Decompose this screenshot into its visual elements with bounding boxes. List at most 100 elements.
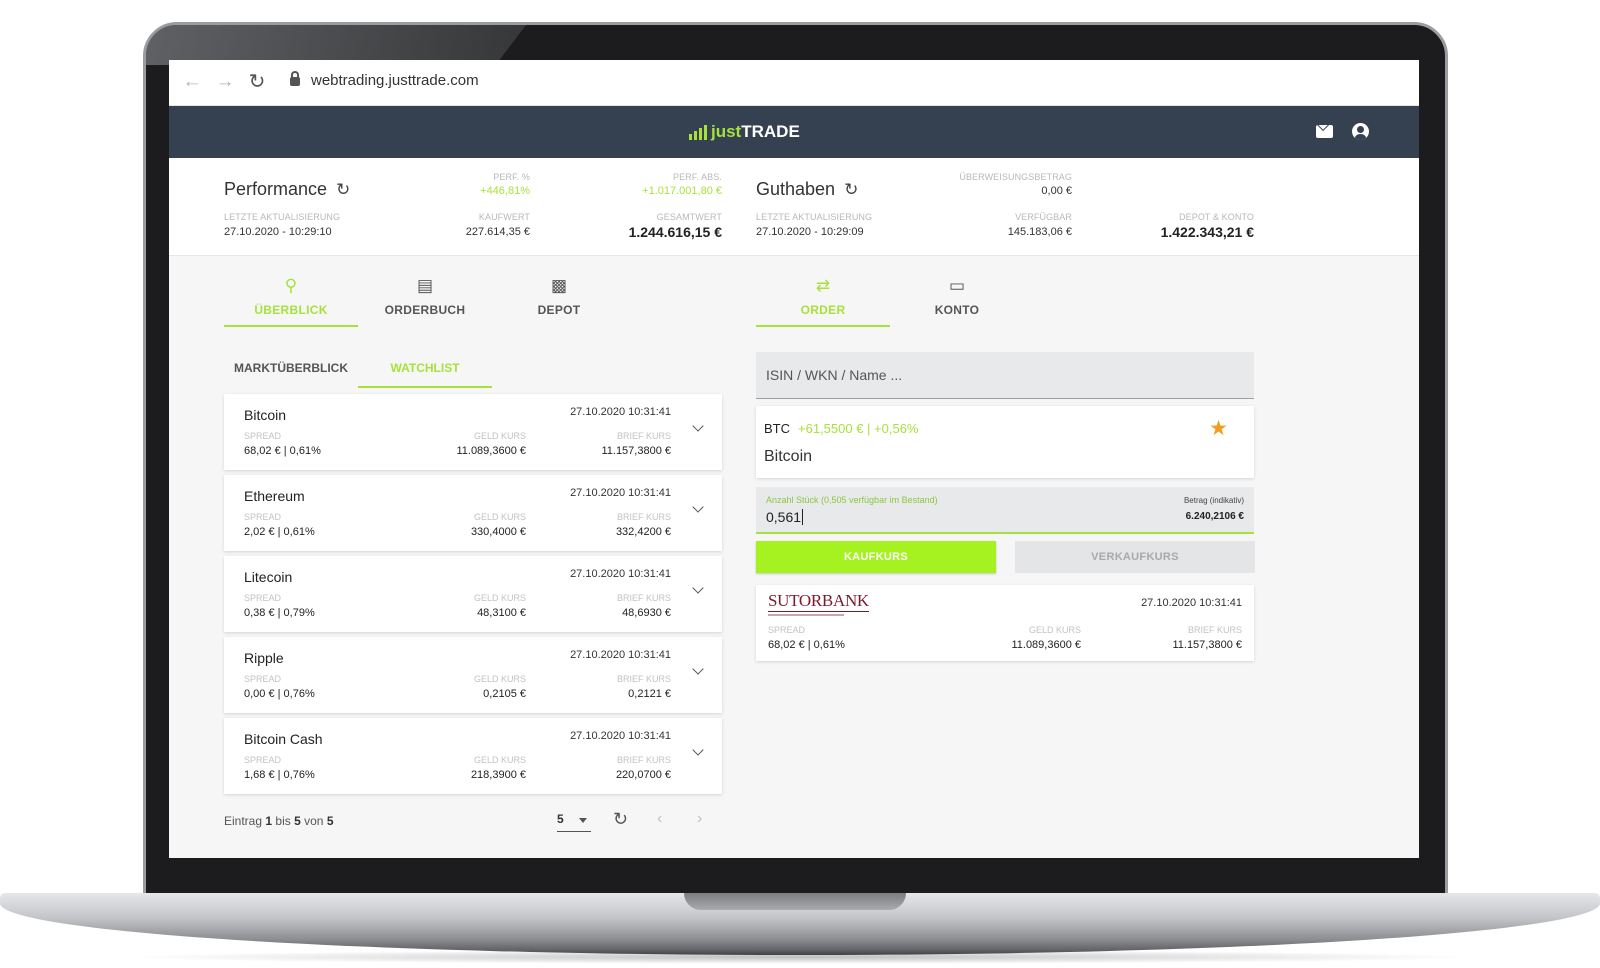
geld-kurs-value: 48,3100 € <box>477 607 526 619</box>
geld-kurs-label: GELD KURS <box>473 674 526 684</box>
brief-kurs-value: 332,4200 € <box>615 526 671 538</box>
brief-kurs-value: 11.157,3800 € <box>1172 639 1242 651</box>
tab-orderbuch[interactable]: ▤ ORDERBUCH <box>358 254 492 327</box>
tab-ueberblick[interactable]: ⚲ ÜBERBLICK <box>224 254 358 327</box>
chevron-down-icon[interactable] <box>692 501 704 513</box>
brief-kurs-value: 11.157,3800 € <box>601 445 671 457</box>
brief-kurs-label: BRIEF KURS <box>1187 625 1242 635</box>
star-icon[interactable]: ★ <box>1209 416 1228 441</box>
geld-kurs-label: GELD KURS <box>1028 625 1081 635</box>
geld-kurs-label: GELD KURS <box>473 431 526 441</box>
geld-kurs-value: 0,2105 € <box>483 688 526 700</box>
screen: ← → ↻ webtrading.justtrade.com just TRAD… <box>169 60 1419 858</box>
bank-quote-card[interactable]: SUTORBANK 27.10.2020 10:31:41 SPREAD 68,… <box>756 585 1254 661</box>
quantity-field[interactable]: Anzahl Stück (0,505 verfügbar im Bestand… <box>756 487 1254 534</box>
asset-symbol: BTC <box>764 421 790 436</box>
verkaufkurs-button[interactable]: VERKAUFKURS <box>1015 541 1255 573</box>
coin-name: Litecoin <box>244 569 293 585</box>
logo-text-just: just <box>711 122 742 141</box>
selected-asset-card[interactable]: BTC +61,5500 € | +0,56% Bitcoin ★ <box>756 406 1254 478</box>
spread-value: 0,00 € | 0,76% <box>244 688 315 700</box>
mail-icon[interactable] <box>1316 125 1333 138</box>
brief-kurs-label: BRIEF KURS <box>616 674 671 684</box>
guthaben-update-time: 27.10.2020 - 10:29:09 <box>756 226 864 238</box>
chevron-down-icon[interactable] <box>692 582 704 594</box>
spread-label: SPREAD <box>768 625 806 635</box>
address-bar[interactable]: webtrading.justtrade.com <box>311 72 479 89</box>
browser-toolbar: ← → ↻ webtrading.justtrade.com <box>169 60 1419 106</box>
geld-kurs-label: GELD KURS <box>473 593 526 603</box>
tab-konto[interactable]: ▭ KONTO <box>890 254 1024 327</box>
ueberweisung-label: ÜBERWEISUNGSBETRAG <box>959 172 1072 182</box>
reload-icon[interactable]: ↻ <box>245 70 269 94</box>
coin-time: 27.10.2020 10:31:41 <box>570 730 671 742</box>
spread-value: 0,38 € | 0,79% <box>244 607 315 619</box>
watchlist-row[interactable]: Bitcoin 27.10.2020 10:31:41 SPREAD 68,02… <box>224 394 722 470</box>
back-arrow-icon[interactable]: ← <box>180 70 204 94</box>
chevron-down-icon[interactable] <box>692 744 704 756</box>
depot-konto-label: DEPOT & KONTO <box>1179 212 1254 222</box>
pagination-info: Eintrag 1 bis 5 von 5 <box>224 814 334 828</box>
refresh-icon[interactable]: ↻ <box>844 180 858 200</box>
subtab-watchlist[interactable]: WATCHLIST <box>358 348 492 388</box>
spread-label: SPREAD <box>244 512 282 522</box>
chevron-right-icon[interactable]: › <box>697 810 702 828</box>
depot-konto-value: 1.422.343,21 € <box>1160 224 1254 240</box>
geld-kurs-value: 11.089,3600 € <box>456 445 526 457</box>
page-size-select[interactable]: 5 <box>557 812 591 832</box>
brief-kurs-value: 220,0700 € <box>615 769 671 781</box>
subtab-marktueberblick[interactable]: MARKTÜBERBLICK <box>224 348 358 388</box>
credit-card-icon: ▭ <box>948 276 966 295</box>
spread-value: 68,02 € | 0,61% <box>768 639 845 651</box>
sutorbank-logo: SUTORBANK <box>768 591 869 612</box>
library-books-icon: ▤ <box>416 276 434 295</box>
watchlist-row[interactable]: Litecoin 27.10.2020 10:31:41 SPREAD 0,38… <box>224 556 722 632</box>
justtrade-logo[interactable]: just TRADE <box>689 120 800 144</box>
spread-value: 1,68 € | 0,76% <box>244 769 315 781</box>
watchlist-row[interactable]: Ripple 27.10.2020 10:31:41 SPREAD 0,00 €… <box>224 637 722 713</box>
spread-value: 2,02 € | 0,61% <box>244 526 315 538</box>
watchlist-row[interactable]: Bitcoin Cash 27.10.2020 10:31:41 SPREAD … <box>224 718 722 794</box>
coin-time: 27.10.2020 10:31:41 <box>570 487 671 499</box>
search-input[interactable] <box>756 352 1254 398</box>
kaufwert-value: 227.614,35 € <box>465 226 530 238</box>
performance-title: Performance ↻ <box>224 179 351 200</box>
refresh-icon[interactable]: ↻ <box>336 180 350 200</box>
chevron-left-icon[interactable]: ‹ <box>657 810 662 828</box>
watchlist-row[interactable]: Ethereum 27.10.2020 10:31:41 SPREAD 2,02… <box>224 475 722 551</box>
laptop-shadow <box>120 950 1480 964</box>
asset-change: +61,5500 € | +0,56% <box>798 421 919 436</box>
geld-kurs-value: 11.089,3600 € <box>1011 639 1081 651</box>
coin-name: Ethereum <box>244 488 305 504</box>
spread-label: SPREAD <box>244 755 282 765</box>
quantity-input[interactable]: 0,561 <box>766 509 804 525</box>
account-icon[interactable] <box>1352 123 1369 140</box>
performance-update-time: 27.10.2020 - 10:29:10 <box>224 226 332 238</box>
forward-arrow-icon[interactable]: → <box>213 70 237 94</box>
tab-order[interactable]: ⇄ ORDER <box>756 254 890 327</box>
kaufwert-label: KAUFWERT <box>478 212 530 222</box>
app-header: just TRADE <box>169 106 1419 158</box>
brief-kurs-label: BRIEF KURS <box>616 431 671 441</box>
geld-kurs-label: GELD KURS <box>473 755 526 765</box>
refresh-icon[interactable]: ↻ <box>613 809 628 830</box>
amount-value: 6.240,2106 € <box>1185 511 1244 522</box>
geld-kurs-value: 330,4000 € <box>470 526 526 538</box>
coin-time: 27.10.2020 10:31:41 <box>570 649 671 661</box>
kaufkurs-button[interactable]: KAUFKURS <box>756 541 996 573</box>
chevron-down-icon[interactable] <box>692 420 704 432</box>
chevron-down-icon[interactable] <box>692 663 704 675</box>
brief-kurs-value: 48,6930 € <box>622 607 671 619</box>
verfuegbar-label: VERFÜGBAR <box>1015 212 1072 222</box>
spread-value: 68,02 € | 0,61% <box>244 445 321 457</box>
guthaben-title: Guthaben ↻ <box>756 179 859 200</box>
brief-kurs-label: BRIEF KURS <box>616 512 671 522</box>
lid-reflection <box>146 25 526 65</box>
tab-depot[interactable]: ▩ DEPOT <box>492 254 626 327</box>
swap-arrows-icon: ⇄ <box>815 276 831 295</box>
asset-name: Bitcoin <box>764 448 813 465</box>
coin-name: Bitcoin <box>244 407 287 423</box>
instrument-search[interactable] <box>756 352 1254 399</box>
brief-kurs-label: BRIEF KURS <box>616 593 671 603</box>
geld-kurs-label: GELD KURS <box>473 512 526 522</box>
